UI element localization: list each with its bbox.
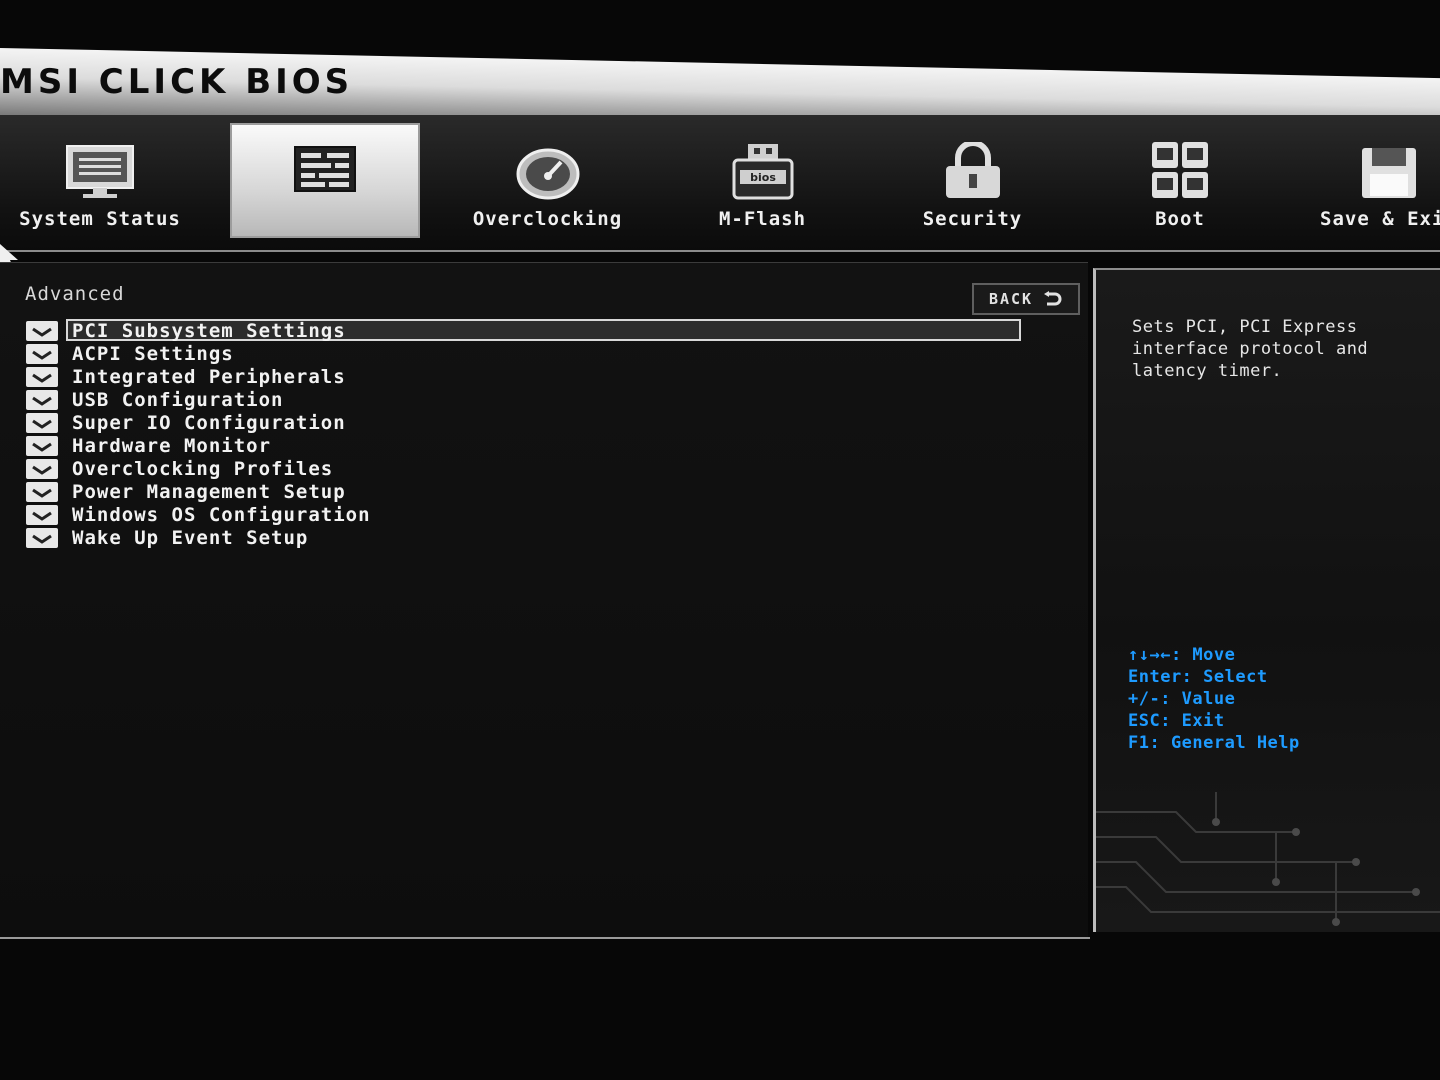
submenu-arrow-icon — [26, 458, 58, 479]
brand-text: MSI CLICK BIOS — [0, 62, 354, 102]
menu-item-super-io-configuration[interactable]: Super IO Configuration — [26, 411, 1026, 434]
nav-label: Security — [922, 208, 1023, 230]
svg-text:bios: bios — [750, 171, 776, 184]
nav-advanced[interactable] — [230, 123, 420, 238]
menu-item-label: PCI Subsystem Settings — [72, 319, 346, 342]
help-description: Sets PCI, PCI Express interface protocol… — [1132, 317, 1369, 381]
menu-item-label: Overclocking Profiles — [72, 457, 334, 480]
usb-bios-icon: bios — [732, 144, 793, 200]
monitor-icon — [66, 145, 134, 198]
menu-item-label: Windows OS Configuration — [72, 503, 371, 526]
bottom-divider — [0, 937, 1090, 939]
menu-item-usb-configuration[interactable]: USB Configuration — [26, 388, 1026, 411]
submenu-arrow-icon — [26, 320, 58, 341]
menu-item-label: ACPI Settings — [72, 342, 234, 365]
boot-grid-icon — [1152, 142, 1208, 198]
help-panel: Sets PCI, PCI Express interface protocol… — [1093, 268, 1440, 932]
nav-m-flash[interactable]: bios M-Flash — [680, 115, 845, 240]
menu-item-integrated-peripherals[interactable]: Integrated Peripherals — [26, 365, 1026, 388]
submenu-arrow-icon — [26, 504, 58, 525]
back-label: BACK — [988, 290, 1034, 308]
gauge-icon — [516, 148, 579, 200]
back-arrow-icon — [1044, 291, 1062, 306]
menu-item-label: Wake Up Event Setup — [72, 526, 309, 549]
circuit-decoration — [1096, 792, 1440, 926]
nav-save-exit[interactable]: Save & Exi — [1310, 115, 1440, 240]
nav-label: Save & Exi — [1320, 208, 1440, 230]
menu-item-acpi-settings[interactable]: ACPI Settings — [26, 342, 1026, 365]
nav-label: M-Flash — [718, 208, 807, 230]
submenu-arrow-icon — [26, 527, 58, 548]
floppy-icon — [1362, 148, 1416, 198]
menu-item-wake-up-event-setup[interactable]: Wake Up Event Setup — [26, 526, 1026, 549]
submenu-arrow-icon — [26, 343, 58, 364]
brand-logo: MSI CLICK BIOS — [0, 62, 353, 102]
nav-overclocking[interactable]: Overclocking — [450, 115, 645, 240]
submenu-arrow-icon — [26, 481, 58, 502]
top-nav: System Status Overclocking bios M-Flash — [0, 115, 1440, 252]
back-button[interactable]: BACK — [972, 283, 1080, 315]
menu-item-label: Hardware Monitor — [72, 434, 272, 457]
nav-security[interactable]: Security — [890, 115, 1055, 240]
submenu-arrow-icon — [26, 389, 58, 410]
key-hint-move: ↑↓→←: Move — [1128, 645, 1236, 665]
key-hint-exit: ESC: Exit — [1128, 711, 1225, 731]
menu-item-overclocking-profiles[interactable]: Overclocking Profiles — [26, 457, 1026, 480]
key-legend: ↑↓→←: Move Enter: Select +/-: Value ESC:… — [1128, 644, 1300, 754]
nav-system-status[interactable]: System Status — [0, 115, 200, 240]
menu-item-power-management-setup[interactable]: Power Management Setup — [26, 480, 1026, 503]
menu-item-label: Super IO Configuration — [72, 411, 346, 434]
submenu-arrow-icon — [26, 435, 58, 456]
nav-label: Boot — [1155, 208, 1205, 230]
menu-item-label: Integrated Peripherals — [72, 365, 346, 388]
menu-item-label: Power Management Setup — [72, 480, 346, 503]
menu-item-hardware-monitor[interactable]: Hardware Monitor — [26, 434, 1026, 457]
lock-icon — [945, 142, 1000, 198]
key-hint-value: +/-: Value — [1128, 689, 1236, 709]
settings-panel-icon — [294, 146, 356, 192]
menu-list: PCI Subsystem Settings ACPI Settings Int… — [26, 319, 1026, 549]
main-panel: Advanced BACK PCI Subsystem Settings ACP… — [0, 262, 1088, 938]
nav-label: Overclocking — [472, 208, 623, 230]
nav-label: System Status — [19, 208, 181, 230]
menu-item-windows-os-configuration[interactable]: Windows OS Configuration — [26, 503, 1026, 526]
menu-item-label: USB Configuration — [72, 388, 284, 411]
nav-boot[interactable]: Boot — [1110, 115, 1250, 240]
submenu-arrow-icon — [26, 412, 58, 433]
submenu-arrow-icon — [26, 366, 58, 387]
section-title: Advanced — [25, 283, 125, 305]
key-hint-select: Enter: Select — [1128, 667, 1268, 687]
menu-item-pci-subsystem-settings[interactable]: PCI Subsystem Settings — [26, 319, 1026, 342]
key-hint-help: F1: General Help — [1128, 733, 1300, 753]
